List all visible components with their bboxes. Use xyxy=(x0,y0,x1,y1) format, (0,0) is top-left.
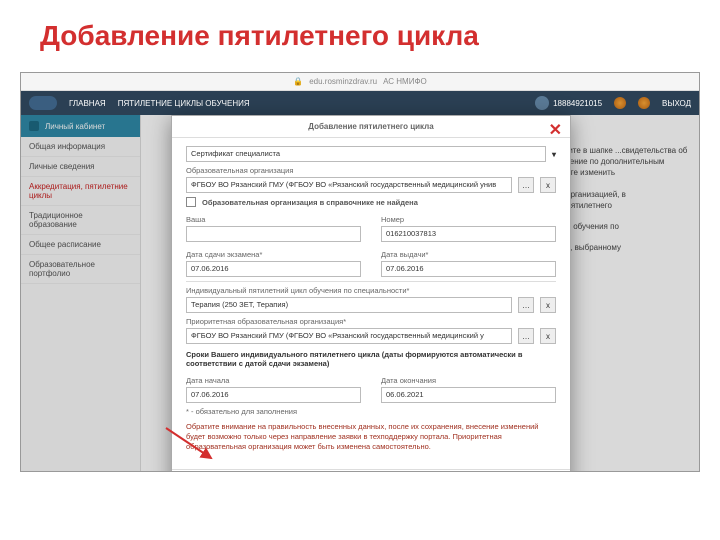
modal-title: Добавление пятилетнего цикла xyxy=(308,122,433,131)
required-hint: * - обязательно для заполнения xyxy=(186,407,556,416)
close-icon[interactable]: ✕ xyxy=(549,120,562,140)
spec-label: Индивидуальный пятилетний цикл обучения … xyxy=(186,286,556,295)
add-cycle-modal: Добавление пятилетнего цикла ✕ Сертифика… xyxy=(171,115,571,472)
user-icon xyxy=(535,96,549,110)
user-id: 18884921015 xyxy=(553,99,602,108)
org-notfound-checkbox[interactable] xyxy=(186,197,196,207)
end-date-label: Дата окончания xyxy=(381,376,556,385)
org-clear-button[interactable]: x xyxy=(540,177,556,193)
nav-cycles[interactable]: ПЯТИЛЕТНИЕ ЦИКЛЫ ОБУЧЕНИЯ xyxy=(118,99,250,108)
logo-icon xyxy=(29,96,57,110)
org-input[interactable]: ФГБОУ ВО Рязанский ГМУ (ФГБОУ ВО «Рязанс… xyxy=(186,177,512,193)
screenshot-frame: 🔒 edu.rosminzdrav.ru АС НМИФО ГЛАВНАЯ ПЯ… xyxy=(20,72,700,472)
slide-title: Добавление пятилетнего цикла xyxy=(0,0,720,62)
end-date-input: 06.06.2021 xyxy=(381,387,556,403)
exit-button[interactable]: ВЫХОД xyxy=(662,99,691,108)
number-label: Номер xyxy=(381,215,556,224)
org-notfound-label: Образовательная организация в справочник… xyxy=(202,198,418,207)
lock-icon: 🔒 xyxy=(293,77,303,86)
series-input[interactable] xyxy=(186,226,361,242)
issue-date-input[interactable]: 07.06.2016 xyxy=(381,261,556,277)
magnify-icon[interactable] xyxy=(614,97,626,109)
warning-text: Обратите внимание на правильность внесен… xyxy=(186,422,556,451)
start-date-label: Дата начала xyxy=(186,376,361,385)
url-text: edu.rosminzdrav.ru xyxy=(309,77,377,86)
org-lookup-button[interactable]: … xyxy=(518,177,534,193)
spec-input[interactable]: Терапия (250 ЗЕТ, Терапия) xyxy=(186,297,512,313)
priority-lookup-button[interactable]: … xyxy=(518,328,534,344)
cert-select[interactable]: Сертификат специалиста xyxy=(186,146,546,162)
app-topbar: ГЛАВНАЯ ПЯТИЛЕТНИЕ ЦИКЛЫ ОБУЧЕНИЯ 188849… xyxy=(21,91,699,115)
org-label: Образовательная организация xyxy=(186,166,556,175)
period-note: Сроки Вашего индивидуального пятилетнего… xyxy=(186,350,556,368)
priority-label: Приоритетная образовательная организация… xyxy=(186,317,556,326)
help-icon[interactable] xyxy=(638,97,650,109)
spec-lookup-button[interactable]: … xyxy=(518,297,534,313)
issue-date-label: Дата выдачи* xyxy=(381,250,556,259)
address-bar: 🔒 edu.rosminzdrav.ru АС НМИФО xyxy=(21,73,699,91)
app-name: АС НМИФО xyxy=(383,77,427,86)
spec-clear-button[interactable]: x xyxy=(540,297,556,313)
number-input[interactable]: 016210037813 xyxy=(381,226,556,242)
exam-date-label: Дата сдачи экзамена* xyxy=(186,250,361,259)
priority-clear-button[interactable]: x xyxy=(540,328,556,344)
priority-input[interactable]: ФГБОУ ВО Рязанский ГМУ (ФГБОУ ВО «Рязанс… xyxy=(186,328,512,344)
modal-header: Добавление пятилетнего цикла ✕ xyxy=(172,116,570,138)
start-date-input: 07.06.2016 xyxy=(186,387,361,403)
series-label: Ваша xyxy=(186,215,361,224)
nav-home[interactable]: ГЛАВНАЯ xyxy=(69,99,106,108)
exam-date-input[interactable]: 07.06.2016 xyxy=(186,261,361,277)
user-block: 18884921015 xyxy=(535,96,602,110)
